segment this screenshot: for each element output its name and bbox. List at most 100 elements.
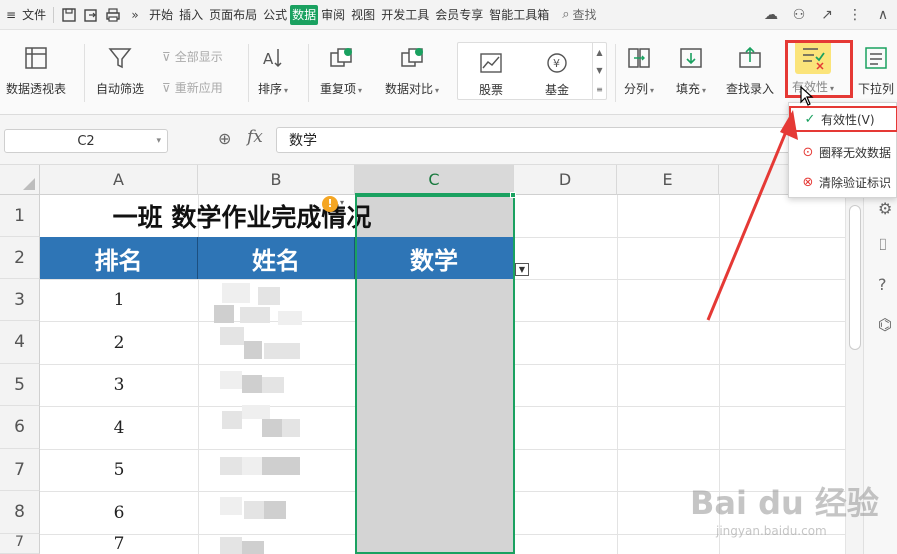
tab-smart-tools[interactable]: 智能工具箱 xyxy=(486,0,552,30)
show-all-label: 全部显示 xyxy=(174,50,223,64)
rank-cell[interactable]: 2 xyxy=(40,321,198,364)
panel-backup-icon[interactable]: ⌬ xyxy=(878,315,892,334)
share-icon[interactable]: ↗ xyxy=(813,7,841,23)
zoom-search-icon[interactable]: ⊕ xyxy=(218,129,231,148)
funds-button[interactable]: ¥ 基金 xyxy=(542,47,572,98)
row-header[interactable]: 1 xyxy=(0,195,40,237)
fill-button[interactable]: 填充 ▾ xyxy=(676,42,706,97)
row-header[interactable]: 7 xyxy=(0,534,40,554)
stocks-button[interactable]: 股票 xyxy=(476,47,506,98)
compare-icon xyxy=(397,42,427,74)
tab-start[interactable]: 开始 xyxy=(146,0,176,30)
hamburger-icon[interactable]: ≡ xyxy=(0,0,19,30)
export-icon[interactable] xyxy=(80,0,102,30)
chevron-down-icon[interactable]: ▾ xyxy=(156,136,161,146)
panel-format-icon[interactable]: ⌷ xyxy=(878,235,888,255)
row-header[interactable]: 7 xyxy=(0,449,40,491)
scroll-up-icon[interactable]: ▲ xyxy=(596,48,602,57)
scroll-thumb[interactable] xyxy=(849,205,861,350)
file-menu[interactable]: 文件 xyxy=(19,0,49,30)
row-header[interactable]: 8 xyxy=(0,491,40,534)
save-icon[interactable] xyxy=(58,0,80,30)
row-header[interactable]: 4 xyxy=(0,321,40,364)
row-header[interactable]: 2 xyxy=(0,237,40,279)
pivot-table-label: 数据透视表 xyxy=(6,82,67,96)
print-icon[interactable] xyxy=(102,0,124,30)
search-icon: ⌕ xyxy=(562,7,570,22)
expand-gallery-icon[interactable]: ≡ xyxy=(596,85,603,94)
autofilter-label: 自动筛选 xyxy=(96,82,145,96)
search-label: 查找 xyxy=(572,8,597,22)
split-column-button[interactable]: 分列 ▾ xyxy=(624,42,654,97)
data-compare-button[interactable]: 数据对比 ▾ xyxy=(385,42,439,97)
divider xyxy=(84,44,85,102)
validation-dropdown-icon[interactable]: ▼ xyxy=(515,263,529,276)
divider xyxy=(615,44,616,102)
show-all-button[interactable]: ⊽ 全部显示 xyxy=(162,48,223,65)
row-header[interactable]: 5 xyxy=(0,364,40,406)
baidu-watermark: Bai du 经验 xyxy=(690,484,879,522)
more-icon[interactable]: » xyxy=(124,0,146,30)
lookup-entry-button[interactable]: 查找录入 xyxy=(726,42,774,97)
duplicates-button[interactable]: 重复项 ▾ xyxy=(320,42,362,97)
row-header[interactable]: 6 xyxy=(0,406,40,449)
rank-cell[interactable]: 4 xyxy=(40,406,198,449)
panel-settings-icon[interactable]: ⚙ xyxy=(878,199,892,218)
duplicates-icon xyxy=(326,42,356,74)
cloud-sync-icon[interactable]: ☁ xyxy=(757,7,785,23)
pivot-table-button[interactable]: 数据透视表 xyxy=(6,42,66,97)
reapply-label: 重新应用 xyxy=(174,81,223,95)
menu-bar: ≡ 文件 » 开始 插入 页面布局 公式 数据 审阅 视图 开发工具 会员专享 … xyxy=(0,0,897,30)
tab-formula[interactable]: 公式 xyxy=(260,0,290,30)
rank-cell[interactable]: 7 xyxy=(40,534,198,554)
dropdown-list-button[interactable]: 下拉列 xyxy=(858,42,894,97)
lookup-entry-icon xyxy=(735,42,765,74)
autofilter-button[interactable]: 自动筛选 xyxy=(96,42,144,97)
help-icon[interactable]: ? xyxy=(878,275,887,294)
fill-handle[interactable] xyxy=(510,192,516,198)
column-header-b[interactable]: B xyxy=(198,165,355,195)
rank-cell[interactable]: 5 xyxy=(40,449,198,491)
gallery-scroll[interactable]: ▲ ▼ ≡ xyxy=(592,43,606,99)
tab-page-layout[interactable]: 页面布局 xyxy=(206,0,260,30)
svg-text:¥: ¥ xyxy=(553,57,560,70)
tab-member[interactable]: 会员专享 xyxy=(432,0,486,30)
rank-cell[interactable]: 6 xyxy=(40,491,198,534)
column-header-d[interactable]: D xyxy=(514,165,617,195)
divider xyxy=(308,44,309,102)
column-header-c[interactable]: C xyxy=(355,165,514,195)
header-rank[interactable]: 排名 xyxy=(40,237,198,279)
baidu-watermark-url: jingyan.baidu.com xyxy=(716,524,827,538)
pivot-table-icon xyxy=(21,42,51,74)
reapply-button[interactable]: ⊽ 重新应用 xyxy=(162,79,223,96)
name-box[interactable]: C2 ▾ xyxy=(4,129,168,153)
sort-button[interactable]: A 排序 ▾ xyxy=(258,42,288,97)
fill-down-icon xyxy=(676,42,706,74)
warning-dropdown-icon[interactable]: ▾ xyxy=(340,198,344,207)
window-controls: ☁ ⚇ ↗ ⋮ ∧ xyxy=(757,0,897,30)
row-header[interactable]: 3 xyxy=(0,279,40,321)
menu-more-icon[interactable]: ⋮ xyxy=(841,7,869,23)
tab-data[interactable]: 数据 xyxy=(290,4,319,25)
tab-view[interactable]: 视图 xyxy=(348,0,378,30)
function-icon[interactable]: fx xyxy=(247,127,263,147)
warning-icon[interactable]: ! xyxy=(322,196,338,212)
duplicates-label: 重复项 ▾ xyxy=(320,82,363,96)
sort-icon: A xyxy=(258,42,288,74)
menu-item-circle-invalid-label: 圈释无效数据 xyxy=(819,145,892,160)
dropdown-list-icon xyxy=(861,42,891,74)
lookup-entry-label: 查找录入 xyxy=(726,82,775,96)
select-all-corner[interactable] xyxy=(0,165,40,195)
rank-cell[interactable]: 3 xyxy=(40,364,198,406)
tab-developer[interactable]: 开发工具 xyxy=(378,0,432,30)
filter-clear-icon: ⊽ xyxy=(162,49,171,64)
tab-review[interactable]: 审阅 xyxy=(318,0,348,30)
header-name[interactable]: 姓名 xyxy=(198,237,355,279)
rank-cell[interactable]: 1 xyxy=(40,279,198,321)
column-header-a[interactable]: A xyxy=(40,165,198,195)
collapse-ribbon-icon[interactable]: ∧ xyxy=(869,7,897,23)
search-box[interactable]: ⌕ 查找 xyxy=(562,6,596,23)
tab-insert[interactable]: 插入 xyxy=(176,0,206,30)
user-icon[interactable]: ⚇ xyxy=(785,7,813,23)
scroll-down-icon[interactable]: ▼ xyxy=(596,66,602,75)
